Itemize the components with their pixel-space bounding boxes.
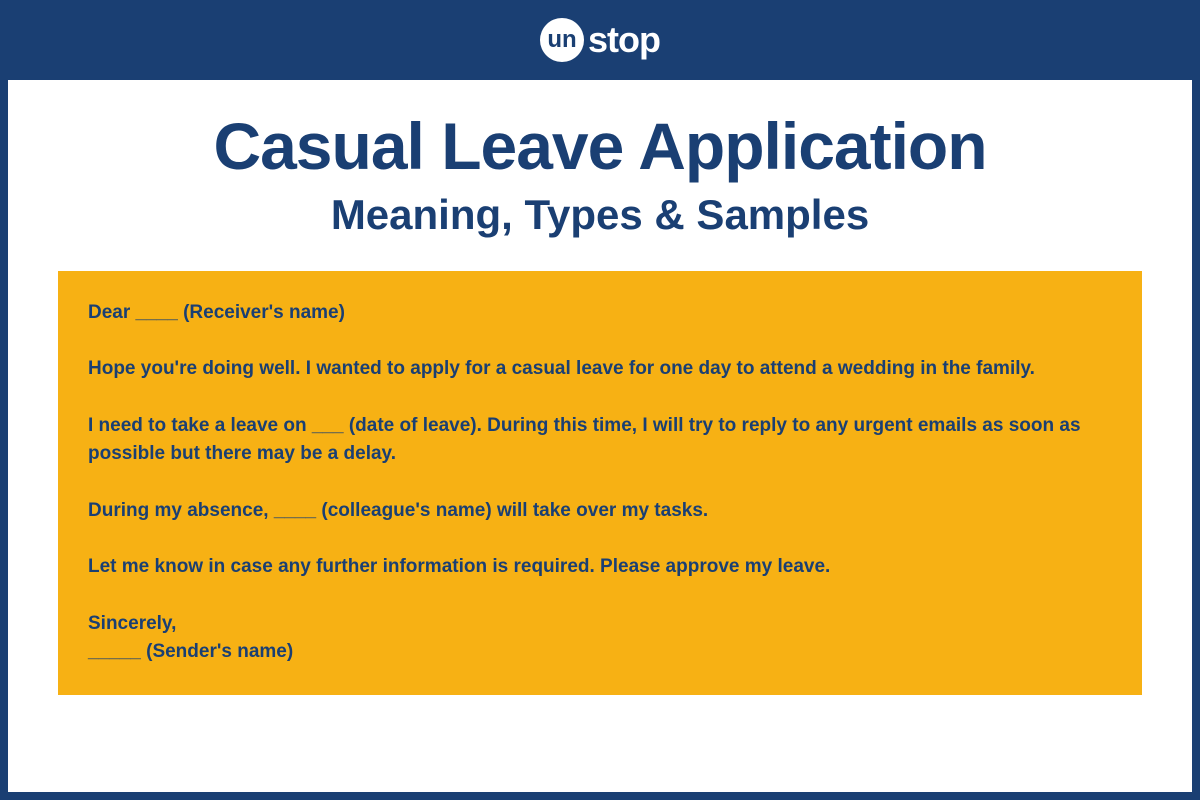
letter-signoff: Sincerely, bbox=[88, 613, 176, 634]
logo-circle-icon: un bbox=[540, 18, 584, 62]
page-title: Casual Leave Application bbox=[58, 110, 1142, 183]
letter-sender: _____ (Sender's name) bbox=[88, 641, 293, 662]
letter-paragraph-3: During my absence, ____ (colleague's nam… bbox=[88, 497, 1112, 526]
sample-letter-box: Dear ____ (Receiver's name) Hope you're … bbox=[58, 271, 1142, 695]
brand-logo: un stop bbox=[540, 18, 660, 62]
letter-paragraph-4: Let me know in case any further informat… bbox=[88, 553, 1112, 582]
header-bar: un stop bbox=[0, 0, 1200, 80]
letter-paragraph-2: I need to take a leave on ___ (date of l… bbox=[88, 412, 1112, 469]
logo-circle-text: un bbox=[547, 26, 576, 54]
page-subtitle: Meaning, Types & Samples bbox=[58, 191, 1142, 239]
letter-paragraph-1: Hope you're doing well. I wanted to appl… bbox=[88, 355, 1112, 384]
letter-greeting: Dear ____ (Receiver's name) bbox=[88, 299, 1112, 328]
logo-wordmark: stop bbox=[588, 19, 660, 61]
content-card: Casual Leave Application Meaning, Types … bbox=[8, 80, 1192, 792]
letter-closing: Sincerely, _____ (Sender's name) bbox=[88, 610, 1112, 667]
